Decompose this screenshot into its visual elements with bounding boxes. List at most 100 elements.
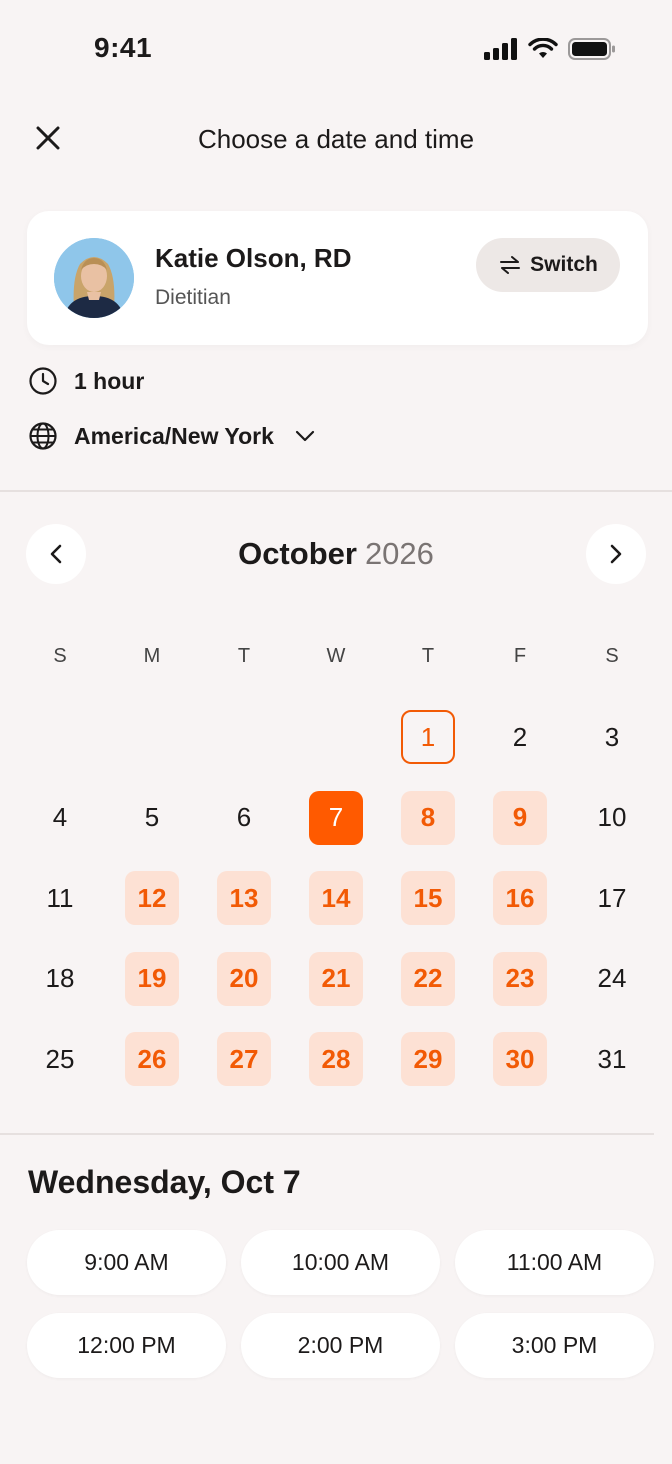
weekday-label: M: [143, 645, 161, 667]
calendar-day-15[interactable]: 15: [382, 858, 474, 939]
calendar-day-number: 6: [236, 802, 252, 833]
switch-label: Switch: [530, 253, 598, 276]
calendar-day-17: 17: [566, 858, 658, 939]
month-title: October 2026: [0, 536, 672, 572]
header: Choose a date and time: [0, 110, 672, 170]
next-month-button[interactable]: [586, 524, 646, 584]
calendar-day-number: 4: [52, 802, 68, 833]
calendar-blank-cell: [14, 697, 106, 778]
calendar-day-5: 5: [106, 778, 198, 859]
provider-name: Katie Olson, RD: [155, 243, 352, 273]
switch-provider-button[interactable]: Switch: [476, 238, 620, 292]
calendar-day-number: 28: [309, 1032, 363, 1087]
calendar-day-number: 5: [144, 802, 160, 833]
time-slot-button[interactable]: 11:00 AM: [455, 1230, 654, 1295]
weekday-label: F: [513, 645, 527, 667]
calendar-day-number: 21: [309, 951, 363, 1006]
status-icons: [484, 38, 616, 60]
calendar-day-number: 26: [125, 1032, 179, 1087]
calendar-day-18: 18: [14, 939, 106, 1020]
month-name: October: [238, 536, 357, 571]
calendar-day-4: 4: [14, 778, 106, 859]
calendar-day-20[interactable]: 20: [198, 939, 290, 1020]
month-year: 2026: [364, 536, 434, 571]
calendar-day-number: 20: [217, 951, 271, 1006]
divider: [0, 1133, 654, 1135]
calendar-day-7[interactable]: 7: [290, 778, 382, 859]
calendar-day-19[interactable]: 19: [106, 939, 198, 1020]
calendar-day-number: 3: [604, 721, 620, 752]
calendar-day-26[interactable]: 26: [106, 1019, 198, 1100]
globe-icon: [29, 422, 57, 450]
calendar-blank-cell: [290, 697, 382, 778]
calendar-day-number: 7: [309, 790, 363, 845]
calendar-day-27[interactable]: 27: [198, 1019, 290, 1100]
calendar-day-23[interactable]: 23: [474, 939, 566, 1020]
calendar-day-10: 10: [566, 778, 658, 859]
avatar-image: [54, 238, 134, 318]
wifi-icon: [528, 38, 558, 58]
time-slot-button[interactable]: 9:00 AM: [27, 1230, 226, 1295]
calendar-day-number: 13: [217, 871, 271, 926]
provider-role: Dietitian: [155, 286, 231, 309]
timezone-selector[interactable]: America/New York: [28, 421, 316, 451]
calendar-day-number: 19: [125, 951, 179, 1006]
calendar-day-number: 27: [217, 1032, 271, 1087]
time-slot-button[interactable]: 12:00 PM: [27, 1313, 226, 1378]
calendar-day-29[interactable]: 29: [382, 1019, 474, 1100]
calendar-day-2: 2: [474, 697, 566, 778]
calendar-day-1[interactable]: 1: [382, 697, 474, 778]
calendar-day-number: 25: [45, 1043, 75, 1074]
provider-card: Katie Olson, RD Dietitian Switch: [27, 211, 648, 345]
weekday-label: T: [421, 645, 435, 667]
time-slot-button[interactable]: 3:00 PM: [455, 1313, 654, 1378]
calendar-day-6: 6: [198, 778, 290, 859]
calendar-day-30[interactable]: 30: [474, 1019, 566, 1100]
weekday-header: S M T W T F S: [14, 645, 658, 668]
calendar-day-9[interactable]: 9: [474, 778, 566, 859]
calendar-day-25: 25: [14, 1019, 106, 1100]
calendar-day-22[interactable]: 22: [382, 939, 474, 1020]
clock-icon: [29, 367, 57, 395]
calendar-day-8[interactable]: 8: [382, 778, 474, 859]
calendar-day-21[interactable]: 21: [290, 939, 382, 1020]
calendar-day-13[interactable]: 13: [198, 858, 290, 939]
timezone-label: America/New York: [74, 422, 274, 449]
calendar-grid: 1 2 3 4 5 6 7 8 9 10 11 12 13 14 15 16 17 18 19 20 21 22 23 24 2…: [14, 697, 658, 1100]
calendar-blank-cell: [106, 697, 198, 778]
weekday-label: S: [53, 645, 67, 667]
calendar-day-number: 30: [493, 1032, 547, 1087]
calendar-day-16[interactable]: 16: [474, 858, 566, 939]
chevron-right-icon: [610, 544, 622, 564]
time-slot-list: 9:00 AM 10:00 AM 11:00 AM 12:00 PM 2:00 …: [27, 1230, 654, 1378]
weekday-label: S: [605, 645, 619, 667]
time-slot-button[interactable]: 2:00 PM: [241, 1313, 440, 1378]
calendar-day-3: 3: [566, 697, 658, 778]
calendar-day-number: 29: [401, 1032, 455, 1087]
calendar-day-24: 24: [566, 939, 658, 1020]
page-title: Choose a date and time: [197, 124, 475, 154]
calendar-day-number: 22: [401, 951, 455, 1006]
battery-icon: [568, 38, 615, 60]
calendar-day-28[interactable]: 28: [290, 1019, 382, 1100]
calendar-day-number: 24: [597, 963, 627, 994]
chevron-down-icon: [295, 430, 314, 442]
calendar-day-number: 8: [401, 790, 455, 845]
calendar-day-number: 23: [493, 951, 547, 1006]
duration-label: 1 hour: [74, 367, 145, 394]
calendar-day-14[interactable]: 14: [290, 858, 382, 939]
calendar-day-number: 12: [125, 871, 179, 926]
calendar-blank-cell: [198, 697, 290, 778]
weekday-label: T: [237, 645, 251, 667]
calendar-day-11: 11: [14, 858, 106, 939]
time-slot-button[interactable]: 10:00 AM: [241, 1230, 440, 1295]
divider: [0, 490, 672, 492]
calendar-day-12[interactable]: 12: [106, 858, 198, 939]
calendar-day-number: 11: [46, 882, 74, 913]
avatar: [54, 238, 134, 318]
duration-row: 1 hour: [28, 366, 144, 396]
calendar-day-31: 31: [566, 1019, 658, 1100]
calendar-day-number: 14: [309, 871, 363, 926]
calendar-day-number: 1: [401, 710, 455, 765]
calendar-day-number: 10: [597, 802, 627, 833]
